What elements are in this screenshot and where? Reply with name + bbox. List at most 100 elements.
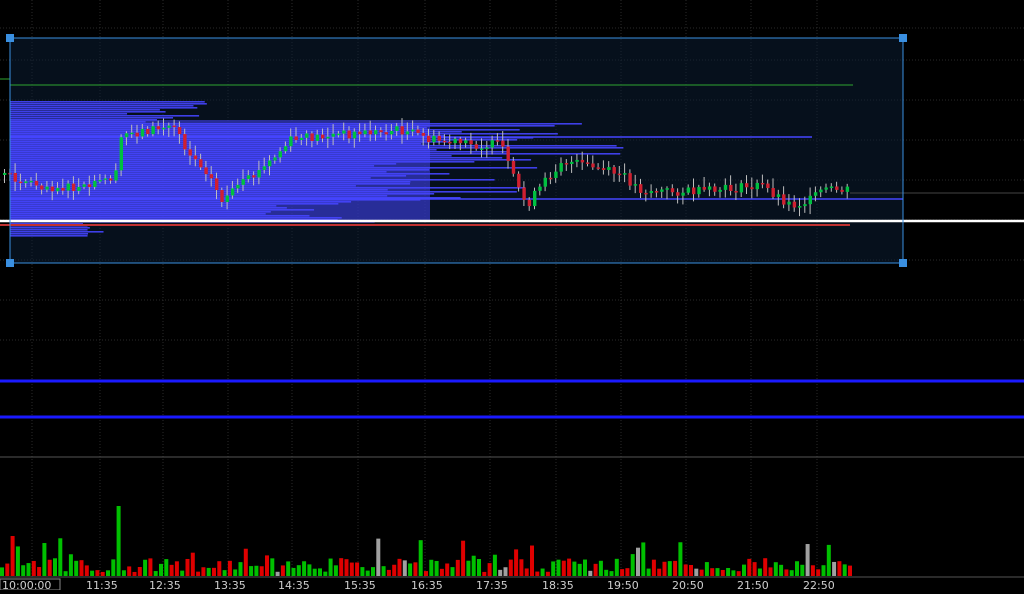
volume-bar bbox=[127, 566, 132, 576]
volume-bar bbox=[63, 571, 68, 576]
candle-down bbox=[183, 134, 187, 150]
volume-bar bbox=[270, 558, 275, 576]
volume-bar bbox=[450, 567, 455, 576]
candle-up bbox=[24, 181, 28, 184]
candle-down bbox=[347, 130, 351, 139]
volume-bar bbox=[106, 570, 110, 576]
x-tick-label: 21:50 bbox=[737, 579, 769, 590]
volume-bar bbox=[530, 545, 534, 576]
volume-bar bbox=[826, 544, 831, 576]
volume-bar bbox=[726, 568, 731, 576]
volume-bar bbox=[598, 560, 603, 576]
candle-up bbox=[283, 146, 288, 152]
candle-up bbox=[787, 201, 791, 205]
candle-down bbox=[750, 187, 754, 190]
volume-bar bbox=[280, 565, 285, 576]
volume-bar bbox=[323, 571, 328, 576]
trading-chart[interactable]: 10:00:00 11:35 12:35 13:35 14:35 15:35 16:35 17… bbox=[0, 0, 1024, 592]
volume-bar bbox=[593, 563, 598, 576]
volume-bar bbox=[487, 563, 492, 576]
volume-bar bbox=[646, 568, 651, 576]
volume-bar bbox=[381, 566, 386, 576]
candle-down bbox=[384, 132, 388, 135]
volume-bar bbox=[768, 567, 773, 576]
candle-down bbox=[527, 199, 532, 207]
volume-bar bbox=[429, 559, 434, 576]
candle-up bbox=[336, 133, 341, 136]
candle-up bbox=[103, 178, 108, 180]
candle-up bbox=[739, 183, 744, 193]
volume-bar bbox=[699, 569, 704, 576]
volume-bar bbox=[752, 562, 757, 576]
x-tick-label: 12:35 bbox=[149, 579, 181, 590]
volume-bar bbox=[514, 549, 519, 576]
candle-down bbox=[442, 140, 447, 143]
volume-bar bbox=[614, 558, 619, 576]
candle-up bbox=[718, 189, 722, 192]
volume-bar bbox=[132, 571, 137, 576]
candle-down bbox=[172, 125, 176, 128]
candle-up bbox=[570, 161, 574, 165]
candle-up bbox=[538, 186, 542, 191]
candle-up bbox=[77, 186, 81, 191]
volume-bar bbox=[492, 554, 497, 576]
volume-bar bbox=[26, 563, 31, 576]
volume-bar bbox=[349, 562, 354, 576]
candle-up bbox=[660, 189, 664, 192]
selection-handle[interactable] bbox=[899, 34, 907, 42]
candle-up bbox=[268, 160, 272, 167]
volume-bar bbox=[821, 565, 826, 576]
candle-up bbox=[389, 130, 394, 135]
candle-down bbox=[644, 192, 648, 195]
candle-up bbox=[808, 195, 812, 205]
candle-up bbox=[167, 125, 171, 128]
candle-down bbox=[177, 127, 182, 135]
candle-up bbox=[845, 186, 850, 192]
selection-handle[interactable] bbox=[6, 259, 14, 267]
candle-up bbox=[305, 133, 309, 138]
volume-bar bbox=[763, 558, 768, 576]
volume-bar bbox=[74, 560, 79, 576]
volume-bar bbox=[667, 561, 672, 576]
candle-down bbox=[760, 182, 765, 185]
candle-up bbox=[697, 186, 701, 195]
candle-up bbox=[575, 159, 579, 162]
candle-up bbox=[543, 177, 547, 187]
candle-down bbox=[474, 144, 479, 149]
x-tick-label: 19:50 bbox=[607, 579, 639, 590]
candle-down bbox=[713, 186, 717, 192]
candle-up bbox=[151, 126, 155, 135]
volume-bar bbox=[773, 562, 778, 576]
volume-bar bbox=[84, 565, 89, 576]
selection-handle[interactable] bbox=[899, 259, 907, 267]
volume-bar bbox=[572, 561, 577, 576]
profile-bar bbox=[10, 103, 207, 105]
volume-bar bbox=[201, 567, 206, 576]
candle-down bbox=[310, 133, 314, 141]
x-tick-label: 13:35 bbox=[214, 579, 246, 590]
volume-bar bbox=[715, 568, 720, 576]
candle-down bbox=[358, 131, 362, 135]
candle-down bbox=[252, 175, 256, 178]
volume-bar bbox=[689, 564, 693, 576]
volume-bar bbox=[227, 560, 232, 576]
x-tick-label: 14:35 bbox=[278, 579, 310, 590]
volume-bar bbox=[551, 561, 556, 576]
chart-svg[interactable]: 10:00:00 11:35 12:35 13:35 14:35 15:35 16:35 17… bbox=[0, 0, 1024, 592]
candle-up bbox=[411, 129, 415, 132]
selection-handle[interactable] bbox=[6, 34, 14, 42]
candle-up bbox=[119, 137, 123, 171]
candle-down bbox=[220, 190, 224, 202]
candle-up bbox=[124, 133, 129, 138]
volume-bar bbox=[439, 568, 444, 576]
candle-up bbox=[798, 206, 802, 208]
candle-up bbox=[246, 175, 251, 180]
x-tick-label: 15:35 bbox=[344, 579, 376, 590]
candle-up bbox=[93, 180, 97, 188]
volume-bar bbox=[805, 544, 810, 576]
candle-up bbox=[432, 135, 436, 143]
volume-bar bbox=[720, 569, 725, 576]
candle-up bbox=[803, 204, 807, 207]
candle-up bbox=[162, 127, 166, 130]
volume-bar bbox=[524, 568, 529, 576]
